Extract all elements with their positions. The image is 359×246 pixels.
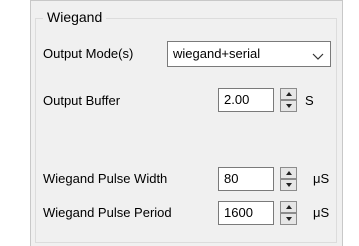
output-buffer-spinner[interactable] [280, 88, 297, 112]
output-buffer-down-button[interactable] [280, 100, 297, 112]
pulse-period-up-button[interactable] [280, 201, 297, 213]
pulse-width-input[interactable]: 80 [218, 167, 274, 191]
output-mode-value: wiegand+serial [173, 46, 261, 61]
pulse-width-up-button[interactable] [280, 167, 297, 179]
caret-up-icon [286, 92, 292, 96]
caret-down-icon [286, 104, 292, 108]
group-title: Wiegand [43, 9, 107, 26]
output-buffer-up-button[interactable] [280, 88, 297, 100]
output-buffer-unit: S [305, 93, 314, 108]
pulse-period-spinner[interactable] [280, 201, 297, 225]
caret-down-icon [286, 183, 292, 187]
pulse-period-input[interactable]: 1600 [218, 201, 274, 225]
pulse-period-down-button[interactable] [280, 213, 297, 225]
pulse-width-label: Wiegand Pulse Width [43, 171, 168, 186]
output-mode-label: Output Mode(s) [43, 46, 134, 61]
output-buffer-input[interactable]: 2.00 [218, 88, 274, 112]
caret-up-icon [286, 205, 292, 209]
pulse-width-down-button[interactable] [280, 179, 297, 191]
output-mode-select[interactable]: wiegand+serial [167, 41, 331, 67]
caret-down-icon [286, 217, 292, 221]
pulse-width-unit: μS [313, 171, 330, 186]
output-buffer-label: Output Buffer [43, 93, 121, 108]
caret-up-icon [286, 171, 292, 175]
pulse-period-unit: μS [313, 205, 330, 220]
pulse-period-label: Wiegand Pulse Period [43, 205, 172, 220]
pulse-width-spinner[interactable] [280, 167, 297, 191]
chevron-down-icon [312, 49, 324, 60]
